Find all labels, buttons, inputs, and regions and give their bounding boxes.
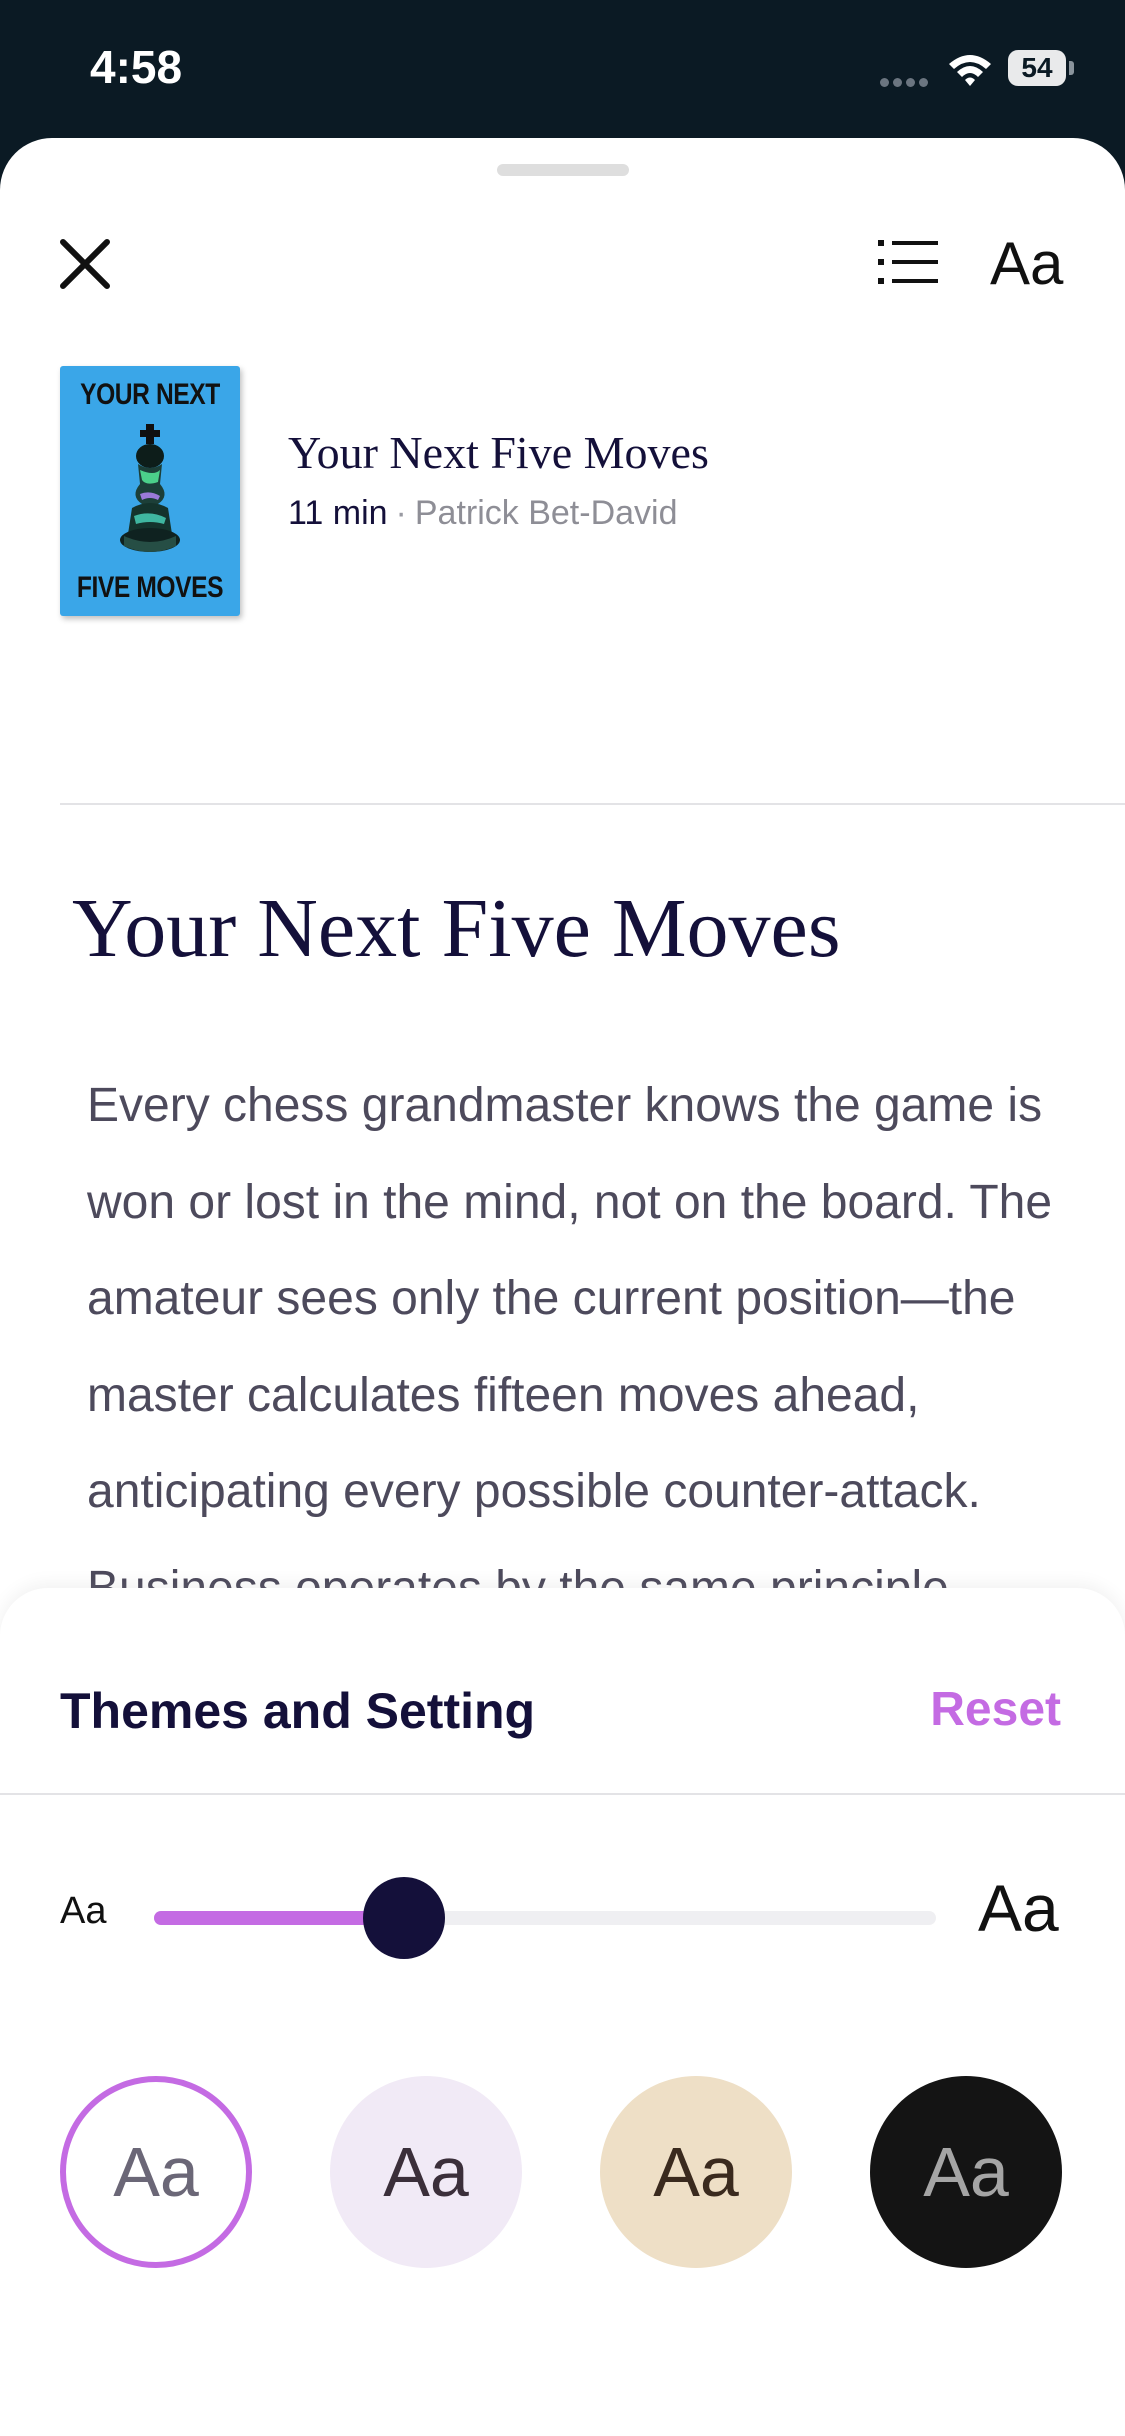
settings-divider — [0, 1793, 1125, 1795]
reset-button[interactable]: Reset — [930, 1682, 1061, 1737]
wifi-icon — [949, 55, 991, 86]
settings-title: Themes and Setting — [60, 1683, 536, 1739]
font-size-large-label: Aa — [978, 1871, 1059, 1945]
theme-white-option[interactable]: Aa — [60, 2076, 252, 2268]
font-settings-button[interactable]: Aa — [990, 224, 1063, 304]
close-icon[interactable] — [55, 234, 115, 294]
font-size-slider[interactable] — [154, 1877, 936, 1959]
cover-title-top: YOUR NEXT — [80, 378, 220, 411]
table-of-contents-icon[interactable] — [876, 232, 940, 292]
signal-icon — [880, 74, 932, 87]
book-meta: 11 min · Patrick Bet-David — [288, 494, 678, 533]
theme-lavender-option[interactable]: Aa — [330, 2076, 522, 2268]
book-header: YOUR NEXT FIVE MOVES Your Next Five Move… — [60, 366, 1125, 616]
chess-king-icon — [120, 424, 180, 552]
meta-separator: · — [395, 494, 407, 532]
book-title: Your Next Five Moves — [288, 427, 709, 478]
cover-title-bottom: FIVE MOVES — [76, 571, 224, 604]
status-bar: 4:58 54 — [0, 0, 1125, 140]
battery-icon: 54 — [1008, 50, 1074, 88]
themes-settings-panel: Themes and Setting Reset Aa Aa Aa Aa Aa … — [0, 1588, 1125, 2436]
theme-sepia-option[interactable]: Aa — [600, 2076, 792, 2268]
chapter-title: Your Next Five Moves — [72, 882, 841, 975]
book-cover: YOUR NEXT FIVE MOVES — [60, 366, 240, 616]
theme-options: Aa Aa Aa Aa — [60, 2076, 1062, 2268]
font-size-slider-thumb[interactable] — [363, 1877, 445, 1959]
header-divider — [60, 803, 1125, 805]
status-time: 4:58 — [90, 41, 183, 93]
book-author: Patrick Bet-David — [414, 494, 678, 532]
theme-dark-option[interactable]: Aa — [870, 2076, 1062, 2268]
font-size-small-label: Aa — [60, 1890, 107, 1932]
sheet-grabber[interactable] — [497, 164, 629, 176]
battery-level: 54 — [1008, 50, 1066, 86]
book-duration: 11 min — [288, 494, 388, 532]
